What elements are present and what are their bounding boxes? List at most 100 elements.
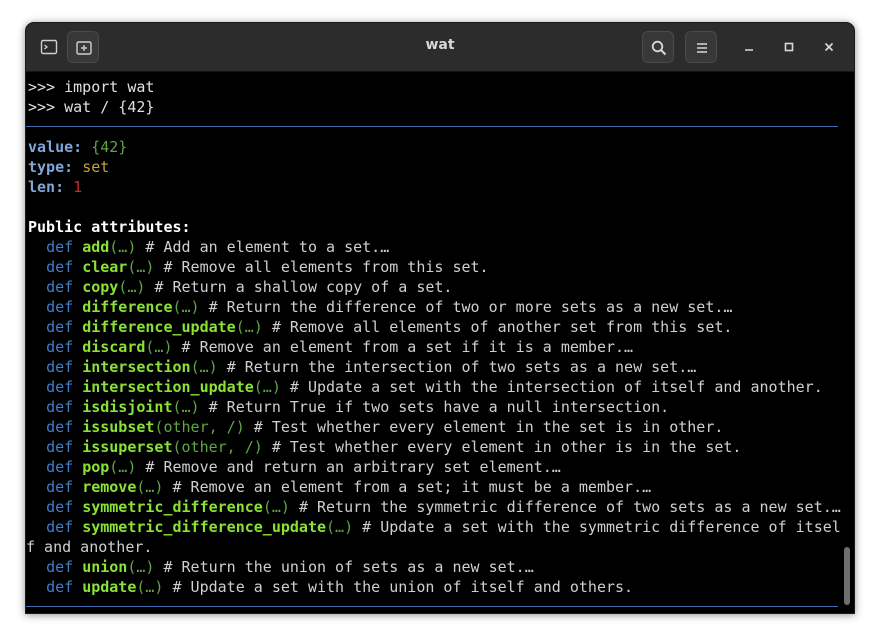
def-keyword: def	[46, 518, 74, 536]
def-keyword: def	[46, 438, 74, 456]
method-line-issubset: def issubset(other, /) # Test whether ev…	[28, 417, 723, 437]
method-docstring: # Remove and return an arbitrary set ele…	[145, 458, 561, 476]
method-name: pop	[82, 458, 110, 476]
minimize-button[interactable]	[737, 35, 761, 59]
maximize-button[interactable]	[777, 35, 801, 59]
method-signature: (…)	[136, 478, 164, 496]
method-docstring: # Return a shallow copy of a set.	[154, 278, 453, 296]
method-line-clear: def clear(…) # Remove all elements from …	[28, 257, 489, 277]
method-name: clear	[82, 258, 128, 276]
method-line-copy: def copy(…) # Return a shallow copy of a…	[28, 277, 452, 297]
method-docstring: # Return the difference of two or more s…	[208, 298, 733, 316]
def-keyword: def	[46, 498, 74, 516]
method-docstring: # Update a set with the intersection of …	[289, 378, 823, 396]
method-signature: (…)	[127, 258, 155, 276]
method-signature: (…)	[235, 318, 263, 336]
method-signature: (…)	[326, 518, 354, 536]
def-keyword: def	[46, 298, 74, 316]
def-keyword: def	[46, 338, 74, 356]
method-name: discard	[82, 338, 146, 356]
method-name: symmetric_difference	[82, 498, 263, 516]
method-name: update	[82, 578, 137, 596]
terminal-output[interactable]: >>> import wat >>> wat / {42} value: {42…	[26, 72, 854, 613]
method-signature: (other, /)	[172, 438, 263, 456]
method-name: union	[82, 558, 128, 576]
terminal-window: wat >>> import wat >>> wat / {42} value:…	[25, 22, 855, 614]
method-line-symmetric-difference: def symmetric_difference(…) # Return the…	[28, 497, 841, 517]
method-line-add: def add(…) # Add an element to a set.…	[28, 237, 389, 257]
method-name: issubset	[82, 418, 155, 436]
method-line-union: def union(…) # Return the union of sets …	[28, 557, 534, 577]
type-line: type: set	[28, 158, 110, 176]
method-signature: (other, /)	[154, 418, 245, 436]
menu-button[interactable]	[685, 31, 717, 63]
method-docstring: # Remove all elements of another set fro…	[271, 318, 733, 336]
method-line-isdisjoint: def isdisjoint(…) # Return True if two s…	[28, 397, 669, 417]
method-signature: (…)	[190, 358, 218, 376]
method-signature: (…)	[109, 238, 137, 256]
maximize-icon	[784, 42, 794, 52]
method-signature: (…)	[127, 558, 155, 576]
def-keyword: def	[46, 258, 74, 276]
method-signature: (…)	[109, 458, 137, 476]
method-name: intersection	[82, 358, 191, 376]
close-button[interactable]	[817, 35, 841, 59]
search-icon	[651, 40, 667, 56]
method-line-intersection-update: def intersection_update(…) # Update a se…	[28, 377, 823, 397]
method-signature: (…)	[145, 338, 173, 356]
method-docstring-wrap: f and another.	[26, 538, 153, 556]
def-keyword: def	[46, 378, 74, 396]
output-separator	[26, 126, 838, 127]
def-keyword: def	[46, 318, 74, 336]
hamburger-menu-icon	[697, 43, 707, 53]
method-signature: (…)	[262, 498, 290, 516]
window-title: wat	[425, 37, 455, 53]
def-keyword: def	[46, 558, 74, 576]
method-name: issuperset	[82, 438, 173, 456]
method-name: add	[82, 238, 110, 256]
prompt-line: >>> import wat	[28, 78, 155, 96]
prompt-line: >>> wat / {42}	[28, 98, 155, 116]
method-line-difference-update: def difference_update(…) # Remove all el…	[28, 317, 732, 337]
minimize-icon	[745, 49, 753, 51]
method-docstring: # Remove an element from a set; it must …	[172, 478, 652, 496]
output-separator	[26, 606, 838, 607]
scrollbar[interactable]	[841, 72, 854, 613]
method-line-update: def update(…) # Update a set with the un…	[28, 577, 633, 597]
def-keyword: def	[46, 418, 74, 436]
method-docstring: # Test whether every element in the set …	[253, 418, 724, 436]
method-name: intersection_update	[82, 378, 254, 396]
method-name: symmetric_difference_update	[82, 518, 327, 536]
method-line-issuperset: def issuperset(other, /) # Test whether …	[28, 437, 741, 457]
method-name: remove	[82, 478, 137, 496]
public-attributes-header: Public attributes:	[28, 218, 191, 236]
method-signature: (…)	[136, 578, 164, 596]
method-docstring: # Return the union of sets as a new set.…	[163, 558, 534, 576]
method-docstring: # Return the symmetric difference of two…	[298, 498, 841, 516]
search-button[interactable]	[642, 31, 674, 63]
method-line-difference: def difference(…) # Return the differenc…	[28, 297, 732, 317]
method-signature: (…)	[253, 378, 281, 396]
method-signature: (…)	[118, 278, 146, 296]
method-name: copy	[82, 278, 119, 296]
method-name: isdisjoint	[82, 398, 173, 416]
method-line-symmetric-difference-update: def symmetric_difference_update(…) # Upd…	[28, 517, 841, 537]
method-docstring: # Remove an element from a set if it is …	[181, 338, 634, 356]
method-line-intersection: def intersection(…) # Return the interse…	[28, 357, 696, 377]
scrollbar-thumb[interactable]	[844, 547, 850, 605]
method-docstring: # Update a set with the union of itself …	[172, 578, 634, 596]
method-docstring: # Remove all elements from this set.	[163, 258, 489, 276]
value-line: value: {42}	[28, 138, 128, 156]
method-docstring: # Return the intersection of two sets as…	[226, 358, 697, 376]
len-line: len: 1	[28, 178, 83, 196]
method-docstring: # Return True if two sets have a null in…	[208, 398, 670, 416]
def-keyword: def	[46, 478, 74, 496]
def-keyword: def	[46, 278, 74, 296]
def-keyword: def	[46, 398, 74, 416]
method-docstring: # Update a set with the symmetric differ…	[362, 518, 841, 536]
method-name: difference_update	[82, 318, 236, 336]
method-docstring: # Test whether every element in other is…	[271, 438, 742, 456]
method-name: difference	[82, 298, 173, 316]
title-bar: wat	[26, 23, 854, 72]
method-line-remove: def remove(…) # Remove an element from a…	[28, 477, 651, 497]
